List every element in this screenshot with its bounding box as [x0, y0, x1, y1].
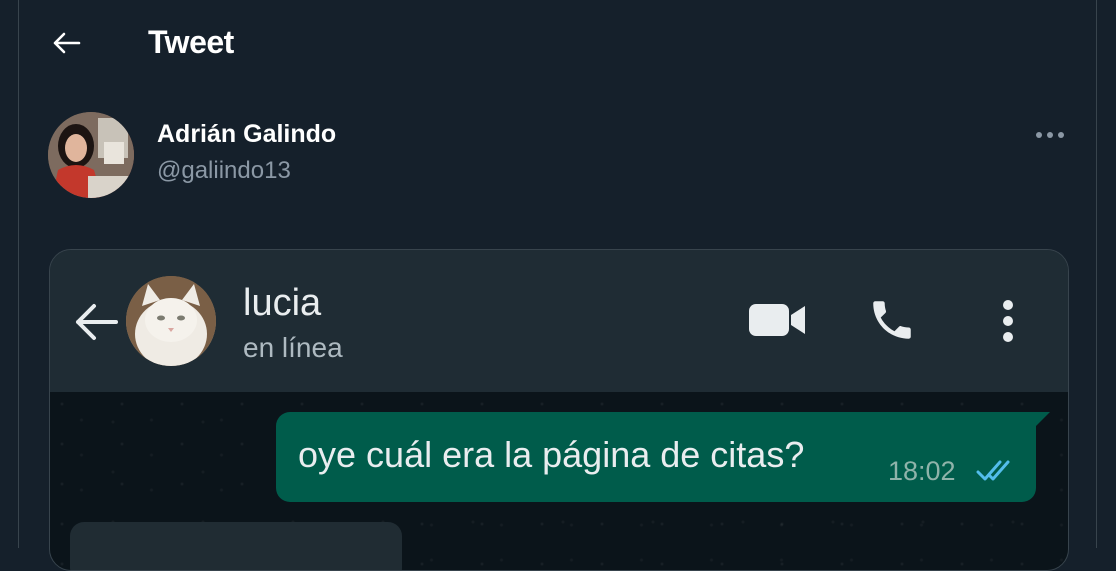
more-options-button[interactable]	[1030, 120, 1070, 150]
contact-name: lucia	[243, 282, 322, 324]
arrow-left-icon	[53, 32, 81, 54]
bubble-tail	[1036, 412, 1050, 426]
avatar-photo	[48, 112, 134, 198]
message-time: 18:02	[888, 456, 956, 486]
author-name[interactable]: Adrián Galindo	[157, 120, 336, 149]
author-handle[interactable]: @galiindo13	[157, 157, 291, 185]
chat-messages: oye cuál era la página de citas? 18:02	[50, 392, 1068, 570]
message-text: oye cuál era la página de citas?	[298, 434, 805, 475]
chat-back-button	[72, 300, 120, 344]
arrow-left-icon	[76, 304, 118, 340]
avatar[interactable]	[48, 112, 134, 198]
back-button[interactable]	[44, 24, 88, 62]
chat-header: lucia en línea	[50, 250, 1068, 392]
outgoing-message: oye cuál era la página de citas? 18:02	[276, 412, 1050, 502]
more-horizontal-icon	[1036, 132, 1064, 138]
contact-avatar	[126, 276, 216, 366]
double-check-icon	[976, 460, 1010, 481]
incoming-message	[70, 522, 402, 570]
cat-photo	[126, 276, 216, 366]
page-title: Tweet	[148, 24, 234, 60]
contact-status: en línea	[243, 332, 343, 363]
tweet-media-image[interactable]: lucia en línea oye cuál era la página de…	[49, 249, 1069, 571]
video-camera-icon	[747, 300, 809, 340]
phone-icon	[866, 294, 918, 346]
more-vertical-icon	[994, 298, 1022, 344]
